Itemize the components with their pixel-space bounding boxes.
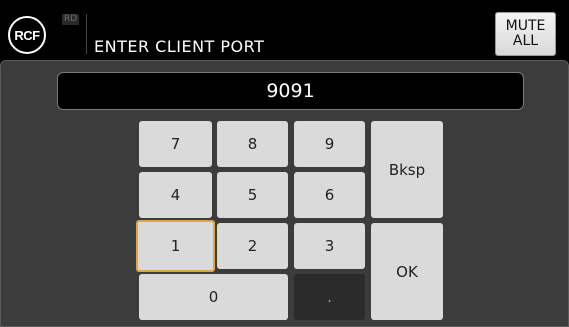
- key-4[interactable]: 4: [139, 172, 212, 218]
- key-label: .: [327, 288, 332, 306]
- key-3[interactable]: 3: [294, 223, 365, 269]
- port-value: 9091: [266, 80, 315, 102]
- key-7[interactable]: 7: [139, 121, 212, 167]
- page-title: ENTER CLIENT PORT: [94, 37, 265, 56]
- key-label: 7: [170, 135, 181, 153]
- key-6[interactable]: 6: [294, 172, 365, 218]
- key-0[interactable]: 0: [139, 274, 288, 320]
- key-label: 9: [324, 135, 335, 153]
- top-bar: RCF RD ENTER CLIENT PORT MUTE ALL: [0, 0, 569, 60]
- backspace-label: Bksp: [388, 160, 426, 179]
- key-label: 3: [324, 237, 335, 255]
- backspace-button[interactable]: Bksp: [371, 121, 443, 218]
- key-8[interactable]: 8: [217, 121, 288, 167]
- key-label: 5: [247, 186, 258, 204]
- key-label: 2: [247, 237, 258, 255]
- key-label: 8: [247, 135, 258, 153]
- key-label: 6: [324, 186, 335, 204]
- port-display: 9091: [57, 72, 524, 110]
- header-divider: [86, 14, 87, 54]
- mute-all-label: MUTE ALL: [505, 18, 546, 49]
- key-label: 1: [170, 237, 181, 255]
- ok-button[interactable]: OK: [371, 223, 443, 320]
- rcf-logo: RCF: [8, 16, 46, 54]
- mute-all-button[interactable]: MUTE ALL: [495, 12, 556, 56]
- logo-text: RCF: [14, 27, 40, 43]
- key-2[interactable]: 2: [217, 223, 288, 269]
- ok-label: OK: [396, 262, 418, 281]
- key-5[interactable]: 5: [217, 172, 288, 218]
- key-1[interactable]: 1: [136, 220, 215, 272]
- device-badge: RD: [62, 14, 80, 25]
- key-9[interactable]: 9: [294, 121, 365, 167]
- decimal-point-button[interactable]: .: [294, 274, 365, 320]
- key-label: 0: [208, 288, 219, 306]
- key-label: 4: [170, 186, 181, 204]
